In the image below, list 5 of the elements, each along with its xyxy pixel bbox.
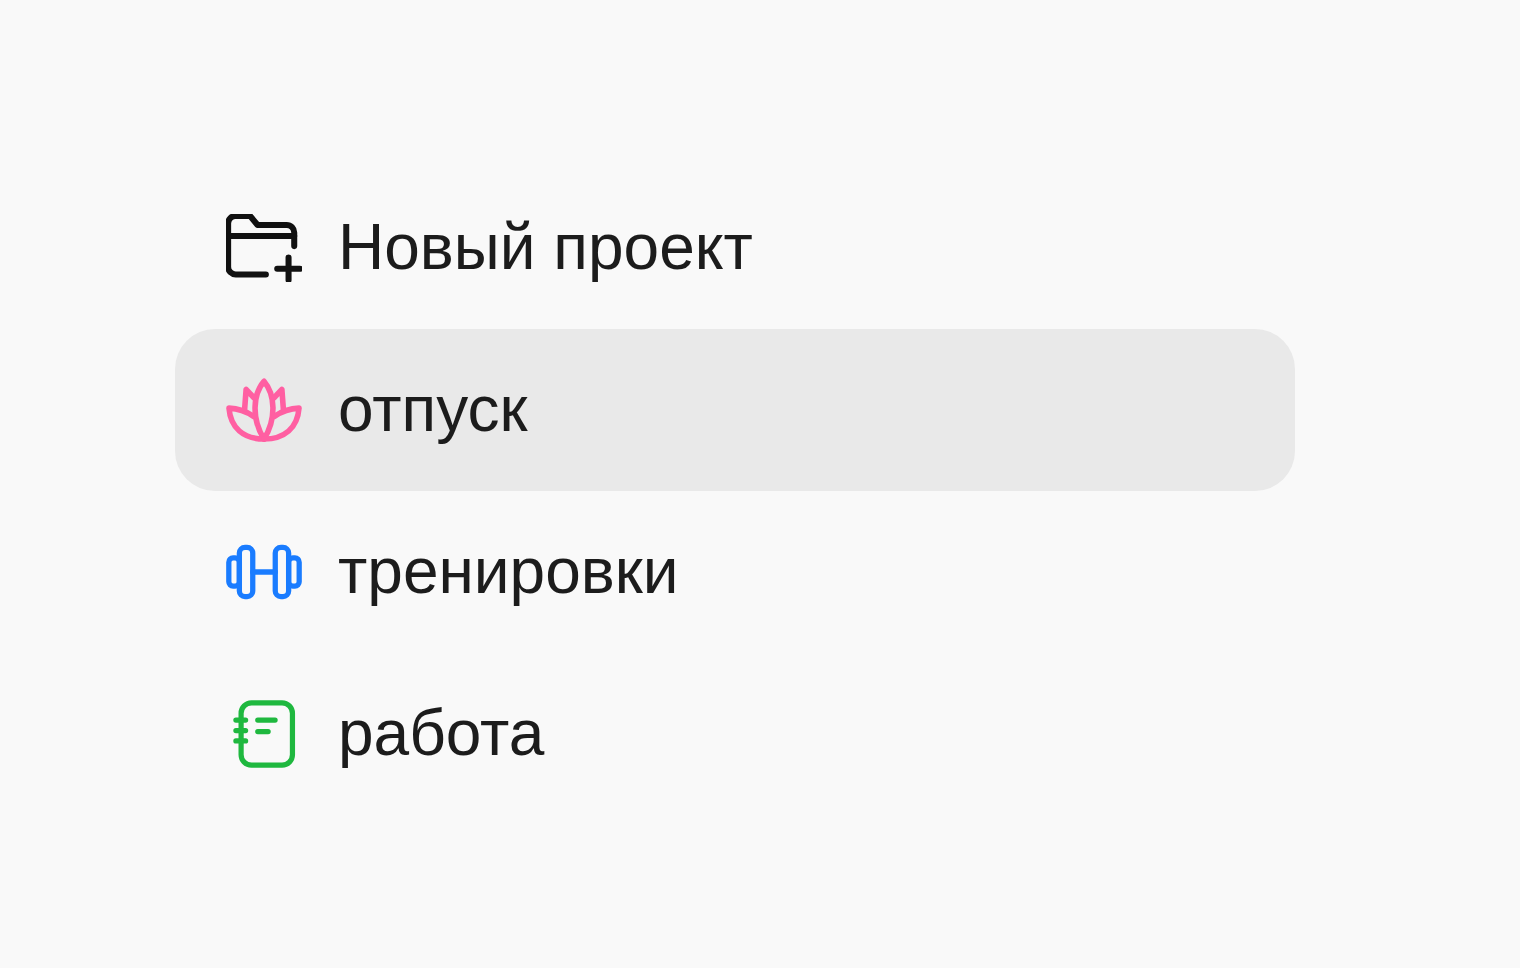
project-item[interactable]: работа	[175, 653, 1295, 815]
folder-plus-icon	[226, 214, 302, 282]
project-item[interactable]: тренировки	[175, 491, 1295, 653]
project-item[interactable]: отпуск	[175, 329, 1295, 491]
new-project-button[interactable]: Новый проект	[175, 167, 1295, 329]
